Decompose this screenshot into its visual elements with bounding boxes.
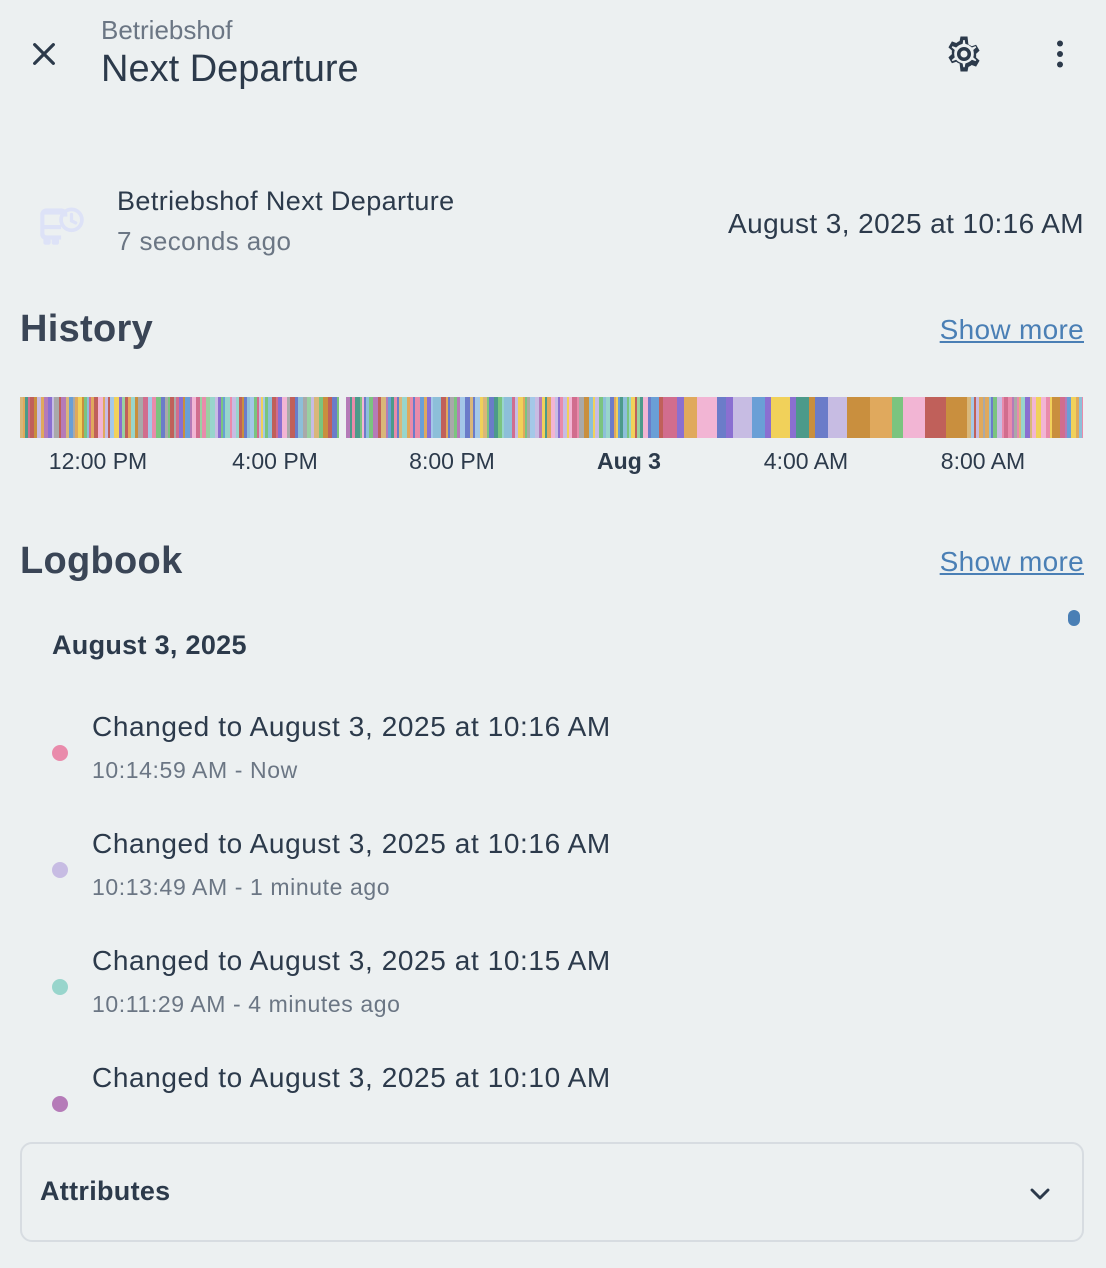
entity-state-value: August 3, 2025 at 10:16 AM: [728, 208, 1084, 239]
timeline-segment: [684, 397, 697, 438]
timeline-segment: [815, 397, 828, 438]
history-show-more-link[interactable]: Show more: [940, 314, 1084, 346]
logbook-entry-text: Changed to August 3, 2025 at 10:16 AM: [92, 828, 611, 859]
more-vert-icon: [1057, 40, 1063, 68]
timeline-segment: [726, 397, 733, 438]
bus-clock-icon: [40, 207, 84, 245]
timeline-segment: [796, 397, 809, 438]
history-time-axis: 12:00 PM 4:00 PM 8:00 PM Aug 3 4:00 AM 8…: [20, 448, 1083, 482]
timeline-segment: [847, 397, 870, 438]
axis-label: 4:00 PM: [232, 448, 318, 474]
timeline-segment: [733, 397, 752, 438]
state-color-dot: [52, 979, 68, 995]
timeline-segment: [958, 397, 967, 438]
header-subtitle: Betriebshof: [101, 15, 233, 45]
timeline-segment: [1082, 397, 1083, 438]
axis-label-date: Aug 3: [597, 448, 661, 474]
gear-icon: [948, 36, 980, 72]
timeline-segment: [828, 397, 847, 438]
attributes-expander[interactable]: Attributes: [20, 1142, 1084, 1242]
logbook-scrollbar[interactable]: [1068, 610, 1080, 626]
attributes-label: Attributes: [40, 1176, 171, 1206]
logbook-entry[interactable]: Changed to August 3, 2025 at 10:10 AM: [52, 1062, 1032, 1122]
timeline-segment: [946, 397, 958, 438]
timeline-segment: [677, 397, 684, 438]
timeline-segment: [697, 397, 717, 438]
page-title: Next Departure: [101, 48, 359, 90]
axis-label: 12:00 PM: [48, 448, 148, 474]
state-color-dot: [52, 745, 68, 761]
state-color-dot: [52, 862, 68, 878]
axis-label: 8:00 AM: [940, 448, 1026, 474]
logbook-entry[interactable]: Changed to August 3, 2025 at 10:16 AM 10…: [52, 828, 1032, 928]
timeline-segment: [870, 397, 892, 438]
state-color-dot: [52, 1096, 68, 1112]
timeline-segment: [771, 397, 790, 438]
timeline-segment: [925, 397, 946, 438]
logbook-title: Logbook: [20, 540, 183, 582]
logbook-entry-time: 10:11:29 AM - 4 minutes ago: [92, 991, 401, 1017]
close-button[interactable]: [20, 30, 68, 78]
close-icon: [33, 43, 55, 65]
header-titles: Betriebshof Next Departure: [101, 14, 359, 92]
history-timeline-bar[interactable]: [20, 397, 1083, 438]
entity-name: Betriebshof Next Departure: [117, 186, 455, 216]
settings-button[interactable]: [940, 30, 988, 78]
chevron-down-icon: [1030, 1188, 1050, 1200]
logbook-date-header: August 3, 2025: [52, 630, 247, 660]
logbook-entry[interactable]: Changed to August 3, 2025 at 10:16 AM 10…: [52, 711, 1032, 811]
logbook-entry-text: Changed to August 3, 2025 at 10:10 AM: [92, 1062, 611, 1093]
logbook-entry-time: 10:14:59 AM - Now: [92, 757, 298, 783]
logbook-entry[interactable]: Changed to August 3, 2025 at 10:15 AM 10…: [52, 945, 1032, 1045]
logbook-entry-time: 10:13:49 AM - 1 minute ago: [92, 874, 391, 900]
timeline-segment: [663, 397, 677, 438]
more-options-button[interactable]: [1036, 30, 1084, 78]
timeline-segment: [717, 397, 726, 438]
timeline-segment: [892, 397, 903, 438]
timeline-segment: [752, 397, 765, 438]
entity-last-changed: 7 seconds ago: [117, 226, 292, 256]
entity-state-row: Betriebshof Next Departure 7 seconds ago…: [20, 180, 1084, 270]
axis-label: 4:00 AM: [763, 448, 849, 474]
logbook-show-more-link[interactable]: Show more: [940, 546, 1084, 578]
timeline-segment: [903, 397, 925, 438]
dialog-header: Betriebshof Next Departure: [0, 0, 1106, 110]
logbook-entry-text: Changed to August 3, 2025 at 10:16 AM: [92, 711, 611, 742]
axis-label: 8:00 PM: [409, 448, 495, 474]
history-title: History: [20, 308, 154, 350]
logbook-entry-text: Changed to August 3, 2025 at 10:15 AM: [92, 945, 611, 976]
